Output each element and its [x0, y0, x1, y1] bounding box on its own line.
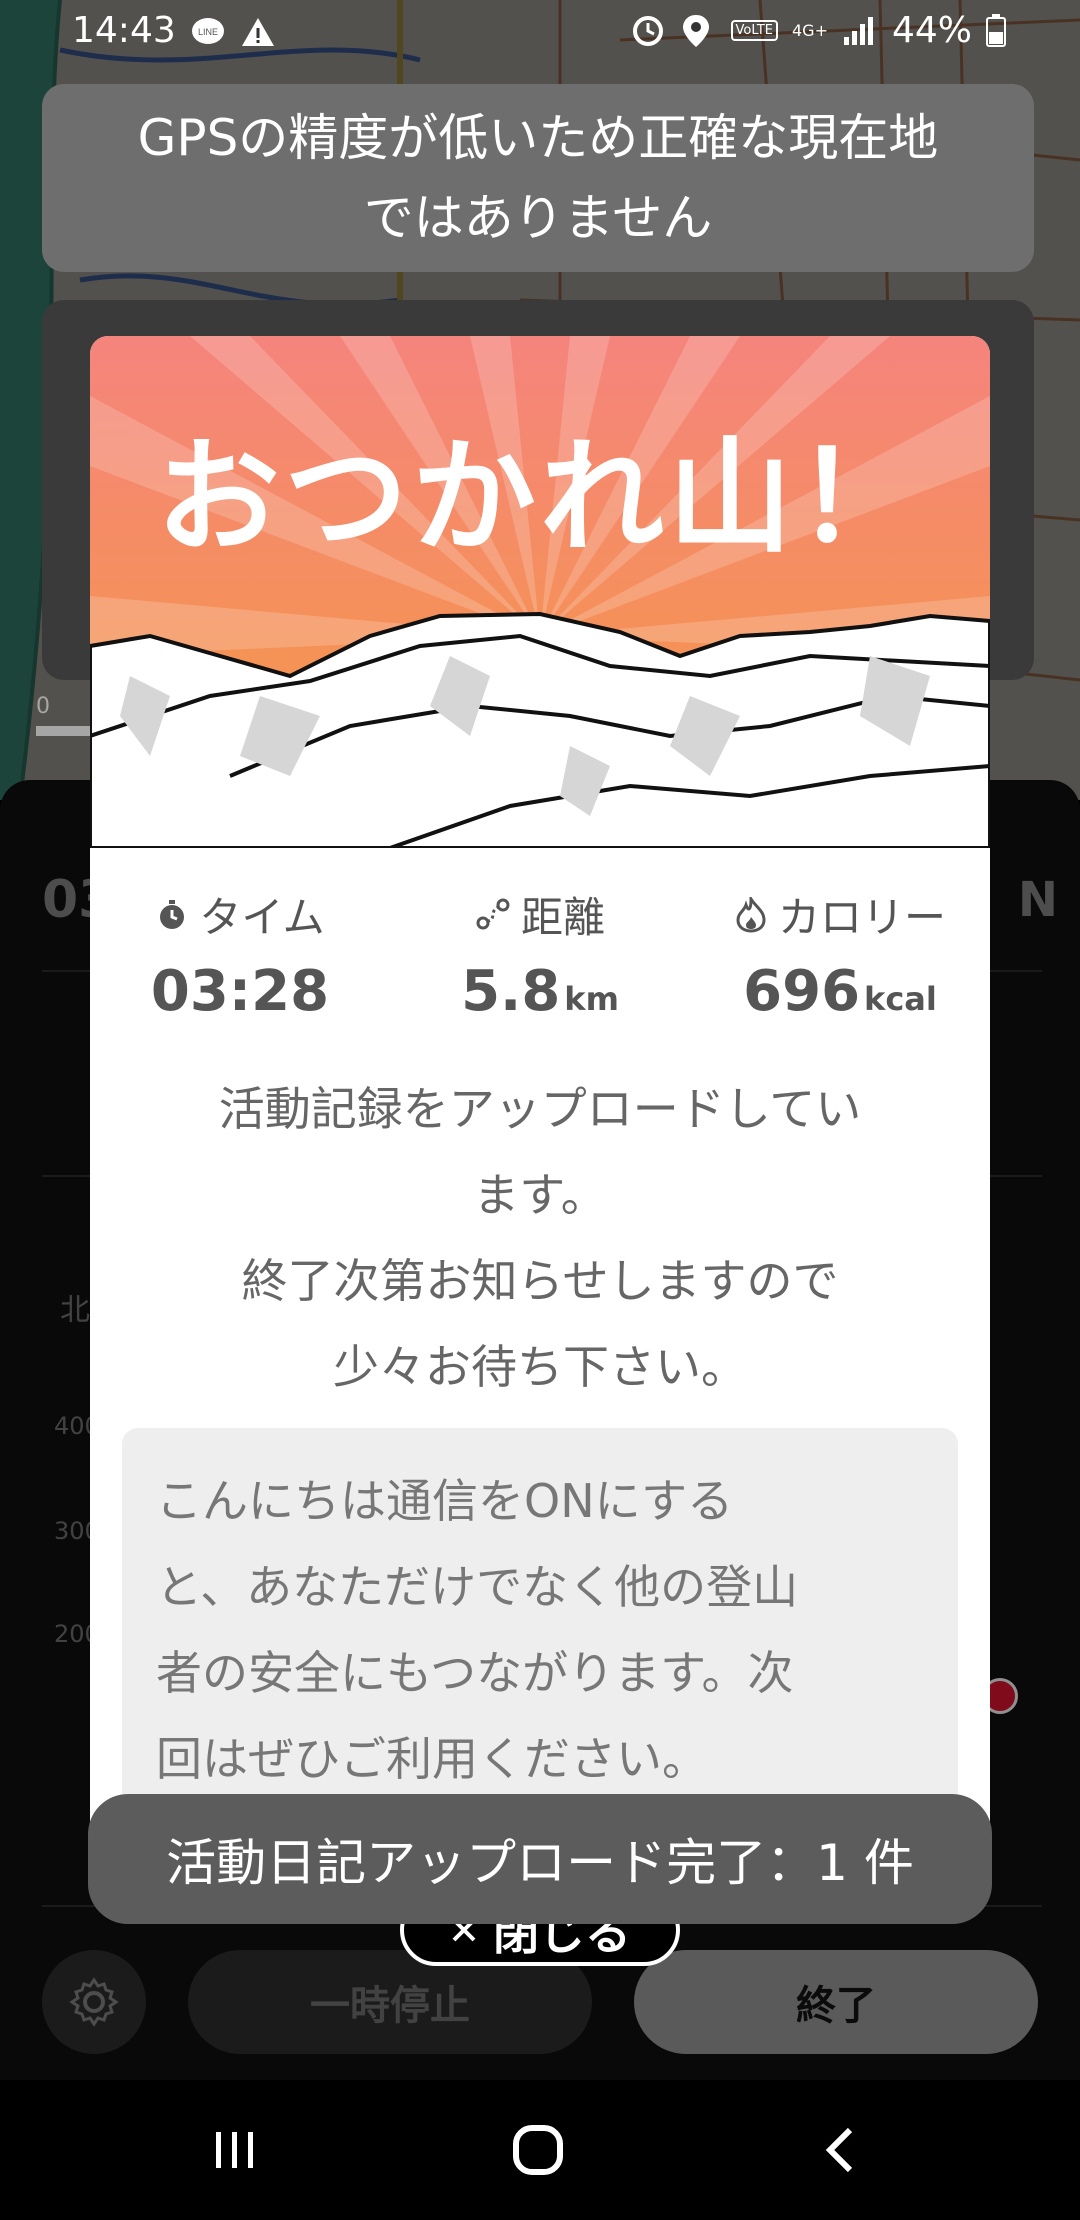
stat-label: カロリー: [777, 893, 946, 942]
stat-time: タイム 03:28: [90, 884, 390, 1024]
stat-value: 03:28: [150, 959, 330, 1024]
stat-value: 696: [743, 959, 861, 1024]
snackbar-text: 活動日記アップロード完了：1 件: [166, 1834, 914, 1892]
stat-calories: カロリー 696 kcal: [690, 884, 990, 1024]
upload-complete-snackbar: 活動日記アップロード完了：1 件: [88, 1794, 992, 1924]
alarm-icon: [631, 13, 667, 49]
gps-banner-line: GPSの精度が低いため正確な現在地: [137, 109, 939, 167]
info-message-line: 回はぜひご利用ください。: [156, 1732, 708, 1786]
recent-apps-button[interactable]: [195, 2110, 275, 2190]
gps-accuracy-banner: GPSの精度が低いため正確な現在地 ではありません: [42, 84, 1034, 272]
stat-unit: km: [564, 980, 619, 1018]
hero-illustration: おつかれ山！: [90, 336, 990, 850]
location-icon: [681, 13, 717, 49]
status-time: 14:43: [72, 10, 176, 51]
stat-distance: 距離 5.8 km: [390, 884, 690, 1024]
volte-icon: VoLTE: [730, 20, 778, 41]
stat-label: 距離: [520, 893, 605, 942]
svg-text:LINE: LINE: [198, 27, 218, 37]
battery-icon: [986, 13, 1022, 49]
line-app-icon: LINE: [190, 14, 226, 50]
gps-banner-line: ではありません: [363, 189, 713, 247]
activity-stats: タイム 03:28 距離 5.8 km カロリー 696 kcal: [90, 884, 990, 1024]
back-button[interactable]: [800, 2110, 880, 2190]
stat-value: 5.8: [461, 959, 561, 1024]
upload-message-line: ます。: [473, 1168, 607, 1222]
network-type: 4G+: [792, 21, 828, 40]
home-button[interactable]: [498, 2110, 578, 2190]
info-message-line: こんにちは通信をONにする: [156, 1474, 734, 1528]
recent-apps-icon: [216, 2132, 253, 2168]
signal-icon: [842, 13, 878, 49]
upload-message-line: 終了次第お知らせしますので: [241, 1254, 839, 1308]
back-icon: [825, 2127, 853, 2173]
system-nav-bar: [0, 2080, 1080, 2220]
dialog-title: おつかれ山！: [155, 426, 924, 570]
home-icon: [513, 2125, 563, 2175]
stopwatch-icon: [160, 899, 185, 929]
upload-message-line: 少々お待ち下さい。: [333, 1340, 747, 1394]
status-bar: 14:43 LINE VoLTE 4G+ 44%: [0, 0, 1080, 64]
upload-message-line: 活動記録をアップロードしてい: [218, 1082, 862, 1136]
stat-label: タイム: [199, 893, 325, 942]
activity-complete-dialog: おつかれ山！ タイム 03:28 距離 5.8 km カロリー 696 kcal 活…: [90, 336, 990, 1856]
flame-icon: [736, 896, 766, 933]
warning-icon: [240, 14, 276, 50]
info-message-line: と、あなただけでなく他の登山: [156, 1560, 799, 1614]
route-icon: [476, 898, 510, 929]
info-message-line: 者の安全にもつながります。次: [156, 1646, 794, 1700]
battery-percent: 44%: [891, 10, 972, 51]
stat-unit: kcal: [864, 980, 937, 1018]
upload-message: 活動記録をアップロードしてい ます。 終了次第お知らせしますので 少々お待ち下さ…: [130, 1066, 950, 1410]
connectivity-info-box: こんにちは通信をONにする と、あなただけでなく他の登山 者の安全にもつながりま…: [122, 1428, 958, 1856]
